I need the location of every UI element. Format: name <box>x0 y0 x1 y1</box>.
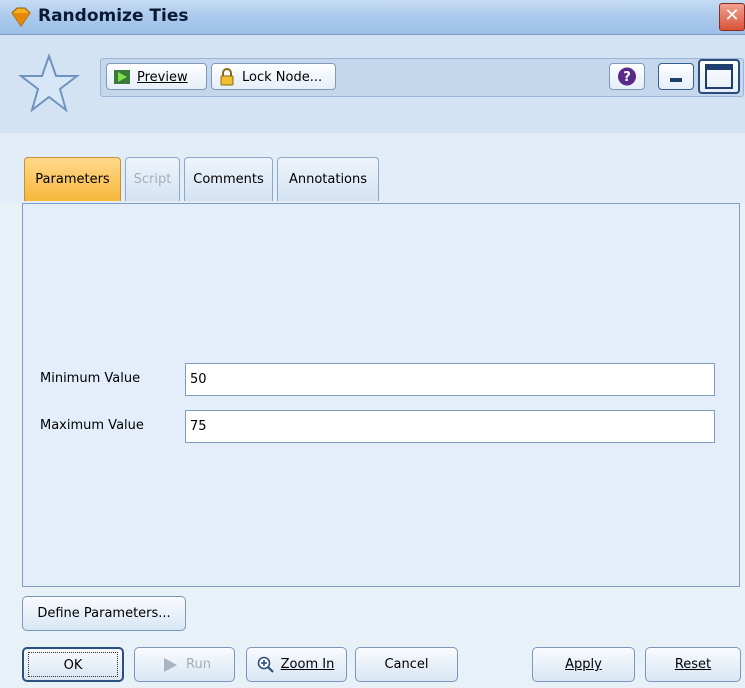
run-button: Run <box>134 647 235 682</box>
maximize-icon <box>705 64 733 89</box>
ok-label: OK <box>28 652 118 677</box>
star-icon <box>18 52 80 113</box>
preview-icon <box>114 70 130 84</box>
zoom-in-button[interactable]: Zoom In <box>246 647 347 682</box>
reset-label: Reset <box>674 657 712 672</box>
maximum-value-input[interactable]: 75 <box>185 410 715 443</box>
node-diamond-icon <box>11 7 31 27</box>
window-title: Randomize Ties <box>38 6 189 26</box>
apply-label: Apply <box>565 657 602 672</box>
minimize-button[interactable] <box>658 63 694 90</box>
preview-button[interactable]: Preview <box>106 63 207 90</box>
svg-text:?: ? <box>623 70 631 85</box>
title-bar: Randomize Ties ✕ <box>0 0 745 35</box>
cancel-button[interactable]: Cancel <box>355 647 458 682</box>
minimize-icon <box>670 78 682 82</box>
tab-comments[interactable]: Comments <box>184 157 273 201</box>
close-icon: ✕ <box>724 5 740 26</box>
tab-script: Script <box>125 157 180 201</box>
tab-annotations[interactable]: Annotations <box>277 157 379 201</box>
minimum-value-input[interactable]: 50 <box>185 363 715 396</box>
apply-button[interactable]: Apply <box>532 647 635 682</box>
reset-button[interactable]: Reset <box>645 647 741 682</box>
help-button[interactable]: ? <box>609 63 645 90</box>
lock-label: Lock Node... <box>242 70 323 85</box>
help-icon: ? <box>618 67 636 86</box>
dialog-window: Randomize Ties ✕ Preview Lock Node... ? … <box>0 0 745 688</box>
run-icon <box>164 658 177 672</box>
maximum-value-label: Maximum Value <box>40 418 144 433</box>
close-button[interactable]: ✕ <box>719 3 745 31</box>
define-parameters-button[interactable]: Define Parameters... <box>22 596 186 631</box>
tab-strip: Parameters Script Comments Annotations <box>0 133 745 203</box>
maximize-button[interactable] <box>698 59 740 94</box>
minimum-value-label: Minimum Value <box>40 371 141 386</box>
tab-parameters[interactable]: Parameters <box>24 157 121 201</box>
ok-button[interactable]: OK <box>22 647 124 682</box>
parameters-panel: Minimum Value 50 Maximum Value 75 <box>22 203 740 587</box>
node-header: Preview Lock Node... ? <box>0 35 745 133</box>
node-toolbar: Preview Lock Node... ? <box>100 58 744 97</box>
preview-label: Preview <box>137 70 188 85</box>
lock-node-button[interactable]: Lock Node... <box>211 63 336 90</box>
lock-icon <box>220 68 234 86</box>
zoom-in-icon <box>257 656 274 673</box>
